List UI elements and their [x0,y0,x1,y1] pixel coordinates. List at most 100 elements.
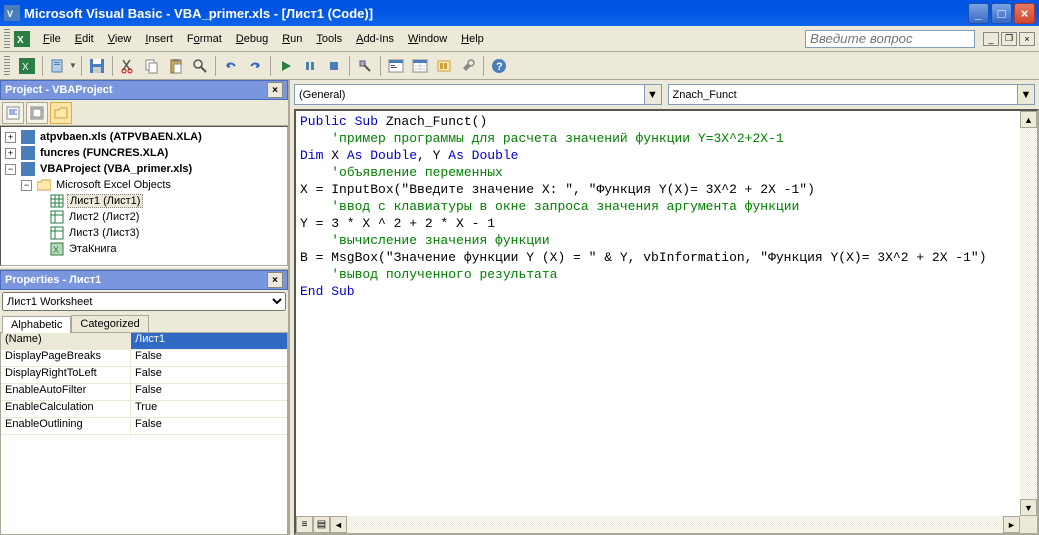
object-browser-button[interactable] [433,55,455,77]
help-search-input[interactable] [805,30,975,48]
scroll-left-icon[interactable]: ◄ [330,516,347,533]
menu-help[interactable]: Help [454,31,491,47]
scroll-down-icon[interactable]: ▼ [1020,499,1037,516]
tree-item-workbook[interactable]: XЭтаКнига [3,241,285,257]
collapse-icon[interactable]: − [5,164,16,175]
tree-item-excel-objects[interactable]: −Microsoft Excel Objects [3,177,285,193]
dropdown-icon[interactable]: ▼ [1017,85,1034,104]
horizontal-scrollbar[interactable]: ◄► [330,516,1020,533]
project-explorer-button[interactable] [385,55,407,77]
project-tree[interactable]: +atpvbaen.xls (ATPVBAEN.XLA) +funcres (F… [0,126,288,266]
worksheet-icon [50,226,64,240]
undo-button[interactable] [220,55,242,77]
view-excel-button[interactable]: X [16,55,38,77]
toolbar-handle-icon[interactable] [4,29,10,49]
object-combo[interactable]: (General)▼ [294,84,662,105]
toolbox-button[interactable] [457,55,479,77]
properties-tabs: Alphabetic Categorized [0,313,288,332]
workbook-icon: X [50,242,64,256]
tab-categorized[interactable]: Categorized [71,315,148,332]
menu-format[interactable]: Format [180,31,229,47]
dropdown-icon[interactable]: ▼ [69,61,77,70]
property-value[interactable]: False [131,367,287,383]
toggle-folders-button[interactable] [50,102,72,124]
menu-debug[interactable]: Debug [229,31,275,47]
vertical-scrollbar[interactable]: ▲▼ [1020,111,1037,533]
excel-icon[interactable]: X [14,31,30,47]
project-panel-close-button[interactable]: × [267,82,283,98]
properties-object-combo[interactable]: Лист1 Worksheet [2,292,286,311]
property-row[interactable]: EnableCalculationTrue [1,401,287,418]
menu-view[interactable]: View [101,31,139,47]
expand-icon[interactable]: + [5,132,16,143]
procedure-combo[interactable]: Znach_Funct▼ [668,84,1036,105]
view-object-button[interactable] [26,102,48,124]
property-value[interactable]: Лист1 [131,333,287,349]
reset-button[interactable] [323,55,345,77]
tree-item-vbaproject[interactable]: −VBAProject (VBA_primer.xls) [3,161,285,177]
mdi-restore-button[interactable]: ❐ [1001,32,1017,46]
menu-edit[interactable]: Edit [68,31,101,47]
property-row[interactable]: DisplayPageBreaksFalse [1,350,287,367]
worksheet-icon [50,210,64,224]
mdi-buttons: _ ❐ × [983,32,1035,46]
menu-run[interactable]: Run [275,31,309,47]
properties-button[interactable] [409,55,431,77]
save-button[interactable] [86,55,108,77]
property-row[interactable]: EnableOutliningFalse [1,418,287,435]
dropdown-icon[interactable]: ▼ [644,85,661,104]
menu-insert[interactable]: Insert [138,31,180,47]
properties-panel-close-button[interactable]: × [267,272,283,288]
insert-button[interactable] [47,55,69,77]
property-value[interactable]: False [131,418,287,434]
properties-grid[interactable]: (Name)Лист1DisplayPageBreaksFalseDisplay… [0,332,288,535]
break-button[interactable] [299,55,321,77]
property-value[interactable]: False [131,350,287,366]
menu-tools[interactable]: Tools [309,31,349,47]
properties-panel-header: Properties - Лист1 × [0,270,288,290]
paste-button[interactable] [165,55,187,77]
menu-file[interactable]: File [36,31,68,47]
scroll-up-icon[interactable]: ▲ [1020,111,1037,128]
cut-button[interactable] [117,55,139,77]
svg-text:?: ? [496,61,503,73]
scroll-right-icon[interactable]: ► [1003,516,1020,533]
worksheet-icon [50,194,64,208]
menu-bar: X File Edit View Insert Format Debug Run… [0,26,1039,52]
property-value[interactable]: False [131,384,287,400]
redo-button[interactable] [244,55,266,77]
tree-item-atpvbaen[interactable]: +atpvbaen.xls (ATPVBAEN.XLA) [3,129,285,145]
tree-item-sheet2[interactable]: Лист2 (Лист2) [3,209,285,225]
view-code-button[interactable] [2,102,24,124]
tab-alphabetic[interactable]: Alphabetic [2,316,71,333]
procedure-view-button[interactable]: ≡ [296,516,313,533]
property-value[interactable]: True [131,401,287,417]
property-row[interactable]: (Name)Лист1 [1,333,287,350]
property-row[interactable]: DisplayRightToLeftFalse [1,367,287,384]
mdi-minimize-button[interactable]: _ [983,32,999,46]
svg-text:X: X [22,62,29,73]
tree-item-sheet1[interactable]: Лист1 (Лист1) [3,193,285,209]
code-editor[interactable]: Public Sub Znach_Funct() 'пример програм… [296,111,1020,516]
full-module-view-button[interactable]: ▤ [313,516,330,533]
minimize-button[interactable]: _ [968,3,989,24]
menu-window[interactable]: Window [401,31,454,47]
find-button[interactable] [189,55,211,77]
design-mode-button[interactable] [354,55,376,77]
properties-object-selector: Лист1 Worksheet [0,290,288,313]
help-button[interactable]: ? [488,55,510,77]
run-button[interactable] [275,55,297,77]
tree-item-sheet3[interactable]: Лист3 (Лист3) [3,225,285,241]
menu-addins[interactable]: Add-Ins [349,31,401,47]
property-name: (Name) [1,333,131,349]
copy-button[interactable] [141,55,163,77]
maximize-button[interactable]: □ [991,3,1012,24]
collapse-icon[interactable]: − [21,180,32,191]
tree-item-funcres[interactable]: +funcres (FUNCRES.XLA) [3,145,285,161]
expand-icon[interactable]: + [5,148,16,159]
code-window: (General)▼ Znach_Funct▼ Public Sub Znach… [290,80,1039,535]
toolbar-handle-icon[interactable] [4,56,10,76]
property-row[interactable]: EnableAutoFilterFalse [1,384,287,401]
close-button[interactable]: × [1014,3,1035,24]
mdi-close-button[interactable]: × [1019,32,1035,46]
